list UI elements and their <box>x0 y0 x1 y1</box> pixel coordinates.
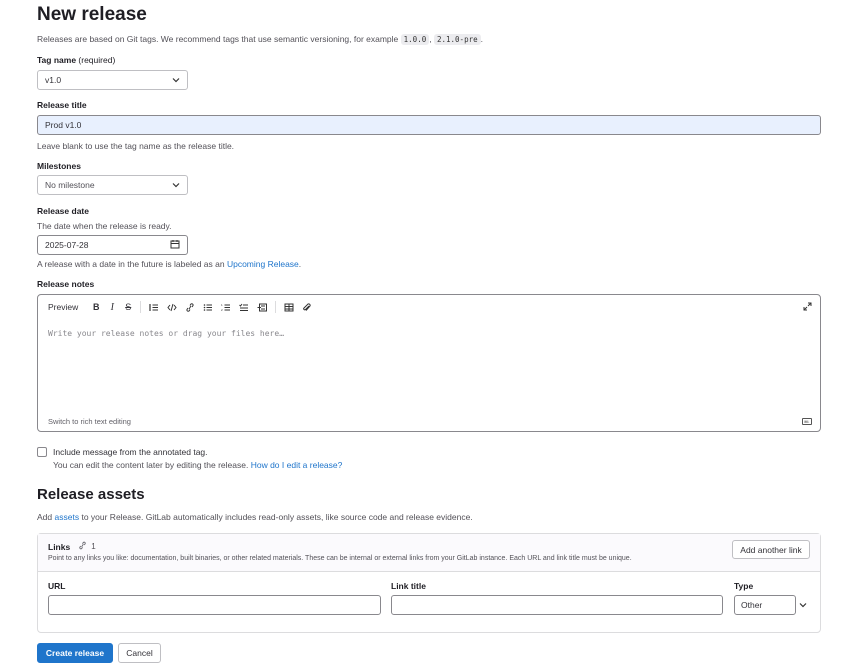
release-title-label: Release title <box>37 100 87 110</box>
toolbar-divider <box>275 301 277 313</box>
links-description: Point to any links you like: documentati… <box>48 555 632 562</box>
annotated-tag-help: You can edit the content later by editin… <box>53 460 342 470</box>
tag-name-value: v1.0 <box>45 75 62 85</box>
page-title: New release <box>37 4 147 25</box>
link-type-value: Other <box>734 595 796 615</box>
markdown-icon: M↓ <box>802 418 812 425</box>
editor-toolbar: Preview B I S 12 <box>38 295 820 319</box>
release-assets-description: Add assets to your Release. GitLab autom… <box>37 512 473 522</box>
release-title-help: Leave blank to use the tag name as the r… <box>37 141 235 151</box>
switch-rich-text-button[interactable]: Switch to rich text editing <box>48 417 131 426</box>
strikethrough-icon[interactable]: S <box>124 302 132 312</box>
link-title-column-label: Link title <box>391 581 426 591</box>
attachment-icon[interactable] <box>302 302 312 312</box>
release-date-footer-text: A release with a date in the future is l… <box>37 259 225 269</box>
type-column-label: Type <box>734 581 754 591</box>
bullet-list-icon[interactable] <box>203 303 213 312</box>
svg-text:1: 1 <box>221 303 223 307</box>
release-assets-heading: Release assets <box>37 486 145 503</box>
task-list-icon[interactable] <box>239 303 249 312</box>
numbered-list-icon[interactable]: 12 <box>221 303 231 312</box>
links-title: Links <box>48 541 71 552</box>
toolbar-divider <box>140 301 142 313</box>
release-date-footer-end: . <box>298 259 302 269</box>
fullscreen-icon[interactable] <box>803 302 812 314</box>
milestones-select[interactable]: No milestone <box>37 175 188 195</box>
create-release-button[interactable]: Create release <box>37 643 113 663</box>
milestones-label: Milestones <box>37 161 81 171</box>
edit-release-help-link[interactable]: How do I edit a release? <box>251 460 343 470</box>
italic-icon[interactable]: I <box>108 302 116 313</box>
assets-desc-suffix: to your Release. GitLab automatically in… <box>81 512 473 522</box>
tag-name-label: Tag name (required) <box>37 55 115 65</box>
release-date-help: The date when the release is ready. <box>37 221 172 231</box>
links-count: 1 <box>91 542 96 551</box>
link-icon <box>78 541 87 552</box>
upcoming-release-link[interactable]: Upcoming Release <box>227 259 299 269</box>
release-title-input[interactable]: Prod v1.0 <box>37 115 821 135</box>
intro-separator: , <box>429 34 432 44</box>
link-type-select[interactable]: Other <box>734 595 807 615</box>
chevron-down-icon <box>799 600 807 610</box>
bold-icon[interactable]: B <box>92 302 100 312</box>
url-column-label: URL <box>48 581 66 591</box>
chevron-down-icon <box>172 76 180 85</box>
calendar-icon[interactable] <box>170 239 180 251</box>
code-icon[interactable] <box>167 303 177 312</box>
release-notes-placeholder: Write your release notes or drag your fi… <box>48 329 285 338</box>
release-date-input[interactable]: 2025-07-28 <box>37 235 188 255</box>
semver-example-1: 1.0.0 <box>400 34 430 45</box>
milestones-value: No milestone <box>45 180 95 190</box>
semver-example-2: 2.1.0-pre <box>433 34 481 45</box>
link-title-input[interactable] <box>391 595 723 615</box>
assets-desc-prefix: Add <box>37 512 53 522</box>
svg-text:2: 2 <box>221 308 223 312</box>
quote-icon[interactable] <box>149 303 159 312</box>
annotated-tag-checkbox[interactable] <box>37 447 47 457</box>
tag-name-label-text: Tag name <box>37 55 77 65</box>
release-notes-label: Release notes <box>37 279 95 289</box>
preview-tab[interactable]: Preview <box>48 302 78 312</box>
links-title-row: Links 1 <box>48 541 96 552</box>
release-date-value: 2025-07-28 <box>45 240 89 250</box>
intro-end: . <box>480 34 483 44</box>
release-title-value: Prod v1.0 <box>45 120 82 130</box>
release-date-label: Release date <box>37 206 89 216</box>
intro-text: Releases are based on Git tags. We recom… <box>37 34 483 45</box>
release-notes-editor[interactable]: Preview B I S 12 Write your release note… <box>37 294 821 432</box>
intro-description: Releases are based on Git tags. We recom… <box>37 34 399 44</box>
cancel-button[interactable]: Cancel <box>118 643 161 663</box>
table-icon[interactable] <box>284 303 294 312</box>
link-url-input[interactable] <box>48 595 381 615</box>
links-card: Links 1 Point to any links you like: doc… <box>37 533 821 633</box>
tag-name-select[interactable]: v1.0 <box>37 70 188 90</box>
link-icon[interactable] <box>185 302 195 312</box>
chevron-down-icon <box>172 181 180 190</box>
release-date-footer: A release with a date in the future is l… <box>37 259 301 269</box>
links-card-header: Links 1 Point to any links you like: doc… <box>38 534 820 572</box>
annotated-tag-label[interactable]: Include message from the annotated tag. <box>53 447 208 457</box>
assets-help-link[interactable]: assets <box>55 512 80 522</box>
add-another-link-button[interactable]: Add another link <box>732 540 810 559</box>
collapsible-section-icon[interactable] <box>257 303 268 312</box>
annotated-tag-help-text: You can edit the content later by editin… <box>53 460 249 470</box>
tag-name-required: (required) <box>78 55 116 65</box>
